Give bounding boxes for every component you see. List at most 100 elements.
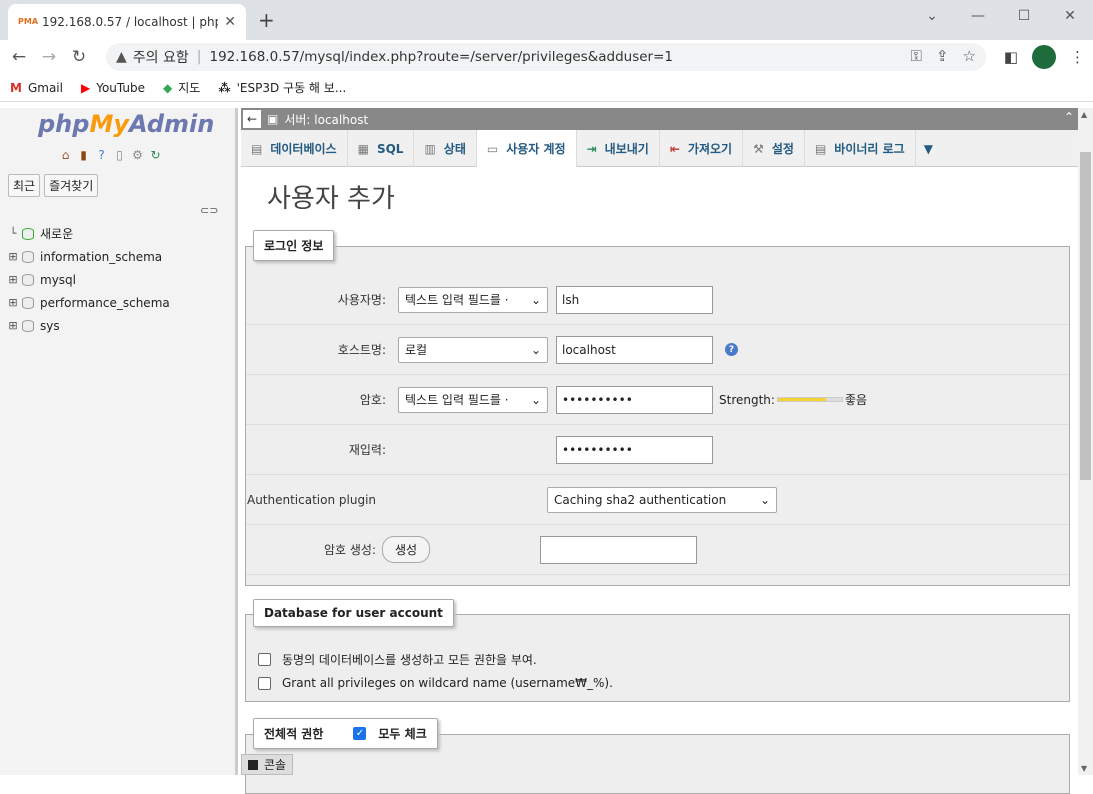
- generate-button[interactable]: 생성: [382, 536, 431, 563]
- toolbar-right: ◧ ⋮: [1004, 45, 1085, 69]
- bookmark-maps[interactable]: ◆ 지도: [163, 79, 200, 96]
- more-tabs-icon[interactable]: ▼: [916, 130, 941, 167]
- users-icon: ▭: [486, 141, 499, 156]
- expand-icon[interactable]: ⊞: [6, 319, 20, 333]
- docs-icon[interactable]: ▯: [112, 148, 127, 163]
- tab-user-accounts[interactable]: ▭ 사용자 계정: [476, 130, 577, 167]
- share-icon[interactable]: ⇪: [936, 47, 949, 65]
- bookmark-label: YouTube: [96, 80, 145, 95]
- check-all-checkbox[interactable]: ✓: [353, 727, 367, 740]
- tab-sql[interactable]: ▦ SQL: [348, 130, 415, 167]
- import-icon: ⇤: [669, 141, 680, 156]
- profile-avatar[interactable]: [1032, 45, 1056, 69]
- tree-branch-icon: └: [9, 227, 17, 240]
- tab-settings[interactable]: ⚒ 설정: [743, 130, 805, 167]
- side-panel-icon[interactable]: ◧: [1004, 48, 1018, 66]
- menu-kebab-icon[interactable]: ⋮: [1070, 48, 1085, 66]
- reenter-row: 재입력: ••••••••••: [246, 425, 1069, 475]
- browser-tab[interactable]: PMA 192.168.0.57 / localhost | phpM ✕: [8, 4, 246, 40]
- binlog-icon: ▤: [814, 141, 827, 156]
- reenter-password-input[interactable]: ••••••••••: [556, 435, 713, 464]
- bookmark-label: Gmail: [27, 80, 63, 95]
- hostname-type-select[interactable]: 로컬 ⌄: [398, 336, 548, 363]
- close-tab-icon[interactable]: ✕: [224, 14, 236, 30]
- username-row: 사용자명: 텍스트 입력 필드를 · ⌄ lsh: [246, 275, 1069, 325]
- address-bar[interactable]: ▲ 주의 요함 | 192.168.0.57/mysql/index.php?r…: [106, 43, 986, 71]
- tree-label: 새로운: [40, 227, 74, 241]
- username-input[interactable]: lsh: [556, 285, 713, 314]
- password-type-select[interactable]: 텍스트 입력 필드를 · ⌄: [398, 386, 548, 413]
- tree-item-new[interactable]: └ 새로운: [6, 222, 170, 245]
- maps-icon: ◆: [163, 80, 173, 95]
- username-label: 사용자명:: [337, 292, 386, 307]
- help-icon[interactable]: ?: [725, 343, 738, 356]
- hostname-input[interactable]: localhost: [556, 335, 713, 364]
- bookmark-youtube[interactable]: ▶ YouTube: [81, 81, 145, 95]
- scrollbar-thumb[interactable]: [1080, 152, 1091, 480]
- tab-status[interactable]: ▥ 상태: [414, 130, 477, 167]
- close-window-icon[interactable]: ✕: [1047, 2, 1093, 30]
- logout-icon[interactable]: ▮: [76, 148, 91, 163]
- select-value: 로컬: [405, 343, 428, 357]
- bookmark-star-icon[interactable]: ☆: [963, 47, 976, 65]
- back-icon[interactable]: ←: [4, 47, 34, 67]
- maximize-icon[interactable]: ☐: [1001, 2, 1047, 30]
- tab-import[interactable]: ⇤ 가져오기: [660, 130, 744, 167]
- generated-password-input[interactable]: [540, 535, 698, 564]
- favorites-button[interactable]: 즐겨찾기: [44, 174, 99, 197]
- tree-item-db[interactable]: ⊞ information_schema: [6, 245, 170, 268]
- tab-databases[interactable]: ▤ 데이터베이스: [241, 130, 348, 167]
- recent-button[interactable]: 최근: [8, 174, 41, 197]
- tree-item-db[interactable]: ⊞ mysql: [6, 268, 170, 291]
- refresh-icon[interactable]: ↻: [148, 148, 163, 163]
- strength-text: 좋음: [844, 393, 868, 407]
- server-label[interactable]: 서버: localhost: [284, 111, 368, 128]
- scroll-down-icon[interactable]: ▼: [1081, 764, 1087, 773]
- tree-item-db[interactable]: ⊞ performance_schema: [6, 291, 169, 314]
- link-icon[interactable]: ⊂⊃: [200, 204, 218, 217]
- top-menu-tabs: ▤ 데이터베이스 ▦ SQL ▥ 상태 ▭ 사용자 계정 ⇥ 내보내기 ⇤ 가져오기 ⚒ 설정…: [241, 130, 1078, 167]
- vertical-scrollbar[interactable]: ▲ ▼: [1078, 108, 1093, 775]
- tab-binary-log[interactable]: ▤ 바이너리 로그: [805, 130, 916, 167]
- collapse-icon[interactable]: ⌃: [1064, 110, 1074, 124]
- expand-icon[interactable]: ⊞: [6, 273, 20, 287]
- new-tab-icon[interactable]: +: [258, 8, 275, 32]
- key-icon[interactable]: ⚿: [911, 47, 922, 65]
- home-icon[interactable]: ⌂: [58, 148, 73, 163]
- tab-label: 데이터베이스: [270, 142, 337, 156]
- bookmark-esp3d[interactable]: ⁂ 'ESP3D 구동 해 보...: [218, 79, 346, 96]
- reload-icon[interactable]: ↻: [64, 47, 94, 67]
- wrench-icon: ⚒: [753, 141, 764, 156]
- strength-label: Strength:: [719, 392, 775, 407]
- tab-search-icon[interactable]: ⌄: [909, 2, 955, 30]
- url-text[interactable]: 192.168.0.57/mysql/index.php?route=/serv…: [209, 49, 673, 65]
- forward-icon[interactable]: →: [34, 47, 64, 67]
- password-input[interactable]: ••••••••••: [556, 385, 713, 414]
- database-fieldset: Database for user account 동명의 데이터베이스를 생성…: [245, 599, 1070, 702]
- wildcard-grant-checkbox[interactable]: [258, 676, 271, 690]
- create-db-option[interactable]: 동명의 데이터베이스를 생성하고 모든 권한을 부여.: [258, 651, 537, 668]
- phpmyadmin-logo[interactable]: phpMyAdmin: [38, 110, 214, 138]
- tab-export[interactable]: ⇥ 내보내기: [577, 130, 660, 167]
- console-toggle[interactable]: 콘솔: [241, 754, 294, 775]
- bookmarks-bar: M Gmail ▶ YouTube ◆ 지도 ⁂ 'ESP3D 구동 해 보...: [0, 74, 1093, 102]
- scroll-up-icon[interactable]: ▲: [1081, 110, 1087, 119]
- expand-icon[interactable]: ⊞: [6, 250, 20, 264]
- auth-plugin-select[interactable]: Caching sha2 authentication ⌄: [547, 486, 777, 513]
- help-icon[interactable]: ?: [94, 148, 109, 163]
- bookmark-gmail[interactable]: M Gmail: [10, 81, 63, 95]
- back-arrow-icon[interactable]: ←: [243, 110, 261, 128]
- create-db-checkbox[interactable]: [258, 653, 271, 666]
- minimize-icon[interactable]: —: [955, 2, 1001, 30]
- bookmark-label: 'ESP3D 구동 해 보...: [236, 81, 347, 95]
- username-type-select[interactable]: 텍스트 입력 필드를 · ⌄: [398, 286, 548, 313]
- expand-icon[interactable]: ⊞: [6, 296, 20, 310]
- wildcard-grant-option[interactable]: Grant all privileges on wildcard name (u…: [258, 676, 613, 690]
- database-icon: [22, 319, 34, 332]
- login-info-legend: 로그인 정보: [253, 230, 335, 261]
- warning-icon[interactable]: ▲: [116, 49, 127, 65]
- gear-icon[interactable]: ⚙: [130, 148, 145, 163]
- check-all-option[interactable]: ✓ 모두 체크: [353, 725, 427, 742]
- security-status[interactable]: 주의 요함: [133, 47, 189, 67]
- tree-item-db[interactable]: ⊞ sys: [6, 314, 170, 337]
